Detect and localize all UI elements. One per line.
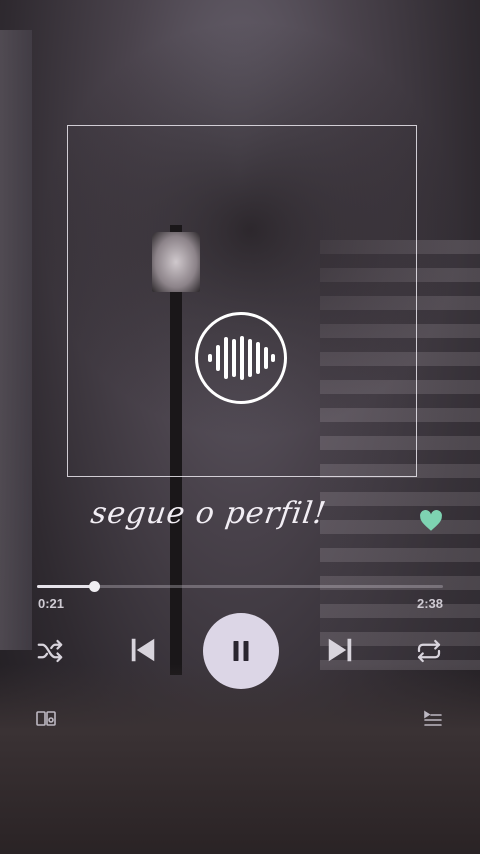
- previous-icon: [131, 638, 155, 662]
- heart-icon[interactable]: [418, 508, 444, 534]
- spotify-code-icon[interactable]: [195, 312, 287, 404]
- repeat-icon: [417, 639, 441, 663]
- shuffle-icon: [37, 639, 63, 663]
- repeat-button[interactable]: [414, 636, 444, 666]
- progress-knob[interactable]: [89, 581, 100, 592]
- background-building-left: [0, 30, 32, 650]
- next-icon: [328, 638, 352, 662]
- connect-device-button[interactable]: [34, 707, 58, 731]
- progress-bar[interactable]: [37, 581, 443, 592]
- device-icon: [36, 711, 56, 726]
- album-cover-frame: [67, 125, 417, 477]
- progress-fill: [37, 585, 94, 588]
- song-caption: segue o perfil!: [88, 496, 329, 531]
- next-button[interactable]: [324, 633, 356, 667]
- queue-button[interactable]: [421, 707, 445, 731]
- previous-button[interactable]: [127, 633, 159, 667]
- background-ground: [0, 664, 480, 854]
- pause-icon: [233, 641, 249, 661]
- total-time: 2:38: [416, 596, 443, 611]
- shuffle-button[interactable]: [35, 636, 65, 666]
- queue-icon: [424, 710, 442, 726]
- pause-button[interactable]: [203, 613, 279, 689]
- elapsed-time: 0:21: [38, 596, 65, 611]
